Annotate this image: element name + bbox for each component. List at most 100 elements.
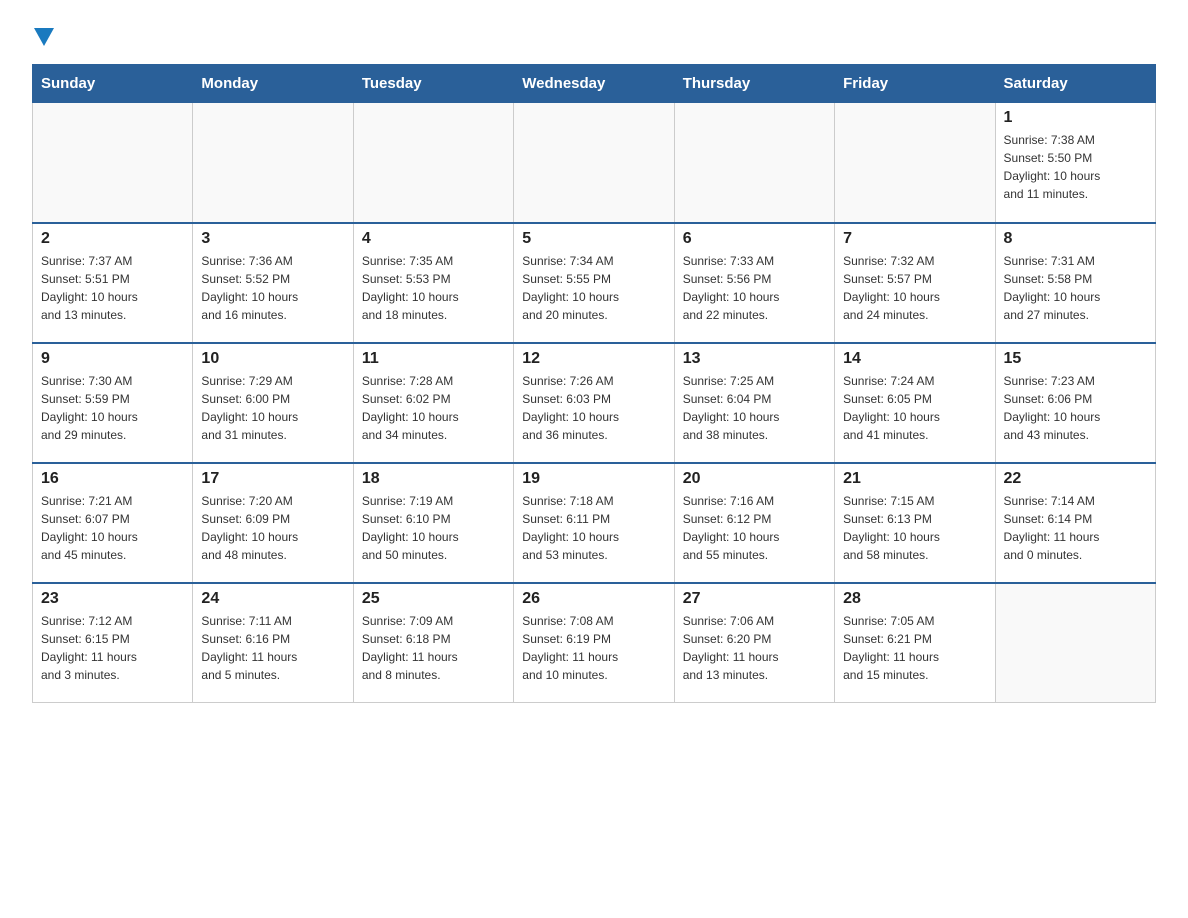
logo [32, 24, 54, 46]
calendar-cell: 2 Sunrise: 7:37 AM Sunset: 5:51 PM Daylig… [33, 223, 193, 343]
day-number: 2 [41, 230, 184, 248]
calendar-cell: 6 Sunrise: 7:33 AM Sunset: 5:56 PM Daylig… [674, 223, 834, 343]
calendar-cell: 26 Sunrise: 7:08 AM Sunset: 6:19 PM Dayli… [514, 583, 674, 703]
calendar-cell: 9 Sunrise: 7:30 AM Sunset: 5:59 PM Daylig… [33, 343, 193, 463]
weekday-header-friday: Friday [835, 65, 995, 103]
calendar-cell: 15 Sunrise: 7:23 AM Sunset: 6:06 PM Dayli… [995, 343, 1155, 463]
calendar-cell: 24 Sunrise: 7:11 AM Sunset: 6:16 PM Dayli… [193, 583, 353, 703]
calendar-cell [995, 583, 1155, 703]
day-info: Sunrise: 7:28 AM Sunset: 6:02 PM Dayligh… [362, 372, 505, 444]
day-info: Sunrise: 7:34 AM Sunset: 5:55 PM Dayligh… [522, 252, 665, 324]
calendar-cell [835, 103, 995, 223]
day-number: 14 [843, 350, 986, 368]
day-info: Sunrise: 7:21 AM Sunset: 6:07 PM Dayligh… [41, 492, 184, 564]
day-info: Sunrise: 7:23 AM Sunset: 6:06 PM Dayligh… [1004, 372, 1147, 444]
calendar-week-row: 16 Sunrise: 7:21 AM Sunset: 6:07 PM Dayli… [33, 463, 1156, 583]
day-number: 27 [683, 590, 826, 608]
calendar-week-row: 1 Sunrise: 7:38 AM Sunset: 5:50 PM Daylig… [33, 103, 1156, 223]
weekday-header-sunday: Sunday [33, 65, 193, 103]
day-number: 17 [201, 470, 344, 488]
logo-triangle-icon [34, 28, 54, 46]
calendar-cell: 23 Sunrise: 7:12 AM Sunset: 6:15 PM Dayli… [33, 583, 193, 703]
day-number: 3 [201, 230, 344, 248]
calendar-cell: 3 Sunrise: 7:36 AM Sunset: 5:52 PM Daylig… [193, 223, 353, 343]
day-number: 16 [41, 470, 184, 488]
page-header [32, 24, 1156, 46]
calendar-week-row: 9 Sunrise: 7:30 AM Sunset: 5:59 PM Daylig… [33, 343, 1156, 463]
calendar-cell: 18 Sunrise: 7:19 AM Sunset: 6:10 PM Dayli… [353, 463, 513, 583]
day-info: Sunrise: 7:35 AM Sunset: 5:53 PM Dayligh… [362, 252, 505, 324]
day-info: Sunrise: 7:06 AM Sunset: 6:20 PM Dayligh… [683, 612, 826, 684]
weekday-header-row: SundayMondayTuesdayWednesdayThursdayFrid… [33, 65, 1156, 103]
day-number: 19 [522, 470, 665, 488]
calendar-week-row: 23 Sunrise: 7:12 AM Sunset: 6:15 PM Dayli… [33, 583, 1156, 703]
day-info: Sunrise: 7:31 AM Sunset: 5:58 PM Dayligh… [1004, 252, 1147, 324]
day-number: 8 [1004, 230, 1147, 248]
day-number: 18 [362, 470, 505, 488]
calendar-cell: 12 Sunrise: 7:26 AM Sunset: 6:03 PM Dayli… [514, 343, 674, 463]
day-info: Sunrise: 7:20 AM Sunset: 6:09 PM Dayligh… [201, 492, 344, 564]
day-info: Sunrise: 7:33 AM Sunset: 5:56 PM Dayligh… [683, 252, 826, 324]
day-number: 21 [843, 470, 986, 488]
calendar-cell: 1 Sunrise: 7:38 AM Sunset: 5:50 PM Daylig… [995, 103, 1155, 223]
day-number: 20 [683, 470, 826, 488]
day-number: 12 [522, 350, 665, 368]
day-info: Sunrise: 7:09 AM Sunset: 6:18 PM Dayligh… [362, 612, 505, 684]
calendar-cell: 25 Sunrise: 7:09 AM Sunset: 6:18 PM Dayli… [353, 583, 513, 703]
day-info: Sunrise: 7:05 AM Sunset: 6:21 PM Dayligh… [843, 612, 986, 684]
day-info: Sunrise: 7:30 AM Sunset: 5:59 PM Dayligh… [41, 372, 184, 444]
day-number: 10 [201, 350, 344, 368]
day-info: Sunrise: 7:24 AM Sunset: 6:05 PM Dayligh… [843, 372, 986, 444]
weekday-header-wednesday: Wednesday [514, 65, 674, 103]
day-info: Sunrise: 7:32 AM Sunset: 5:57 PM Dayligh… [843, 252, 986, 324]
day-info: Sunrise: 7:08 AM Sunset: 6:19 PM Dayligh… [522, 612, 665, 684]
calendar-cell [193, 103, 353, 223]
day-number: 23 [41, 590, 184, 608]
calendar-cell: 19 Sunrise: 7:18 AM Sunset: 6:11 PM Dayli… [514, 463, 674, 583]
day-info: Sunrise: 7:25 AM Sunset: 6:04 PM Dayligh… [683, 372, 826, 444]
calendar-cell: 17 Sunrise: 7:20 AM Sunset: 6:09 PM Dayli… [193, 463, 353, 583]
calendar-cell: 22 Sunrise: 7:14 AM Sunset: 6:14 PM Dayli… [995, 463, 1155, 583]
calendar-cell: 21 Sunrise: 7:15 AM Sunset: 6:13 PM Dayli… [835, 463, 995, 583]
day-info: Sunrise: 7:11 AM Sunset: 6:16 PM Dayligh… [201, 612, 344, 684]
day-number: 1 [1004, 109, 1147, 127]
calendar-cell: 4 Sunrise: 7:35 AM Sunset: 5:53 PM Daylig… [353, 223, 513, 343]
calendar-cell: 16 Sunrise: 7:21 AM Sunset: 6:07 PM Dayli… [33, 463, 193, 583]
day-number: 7 [843, 230, 986, 248]
day-info: Sunrise: 7:12 AM Sunset: 6:15 PM Dayligh… [41, 612, 184, 684]
day-info: Sunrise: 7:38 AM Sunset: 5:50 PM Dayligh… [1004, 131, 1147, 203]
calendar-cell: 28 Sunrise: 7:05 AM Sunset: 6:21 PM Dayli… [835, 583, 995, 703]
day-info: Sunrise: 7:18 AM Sunset: 6:11 PM Dayligh… [522, 492, 665, 564]
day-number: 9 [41, 350, 184, 368]
day-number: 5 [522, 230, 665, 248]
day-number: 25 [362, 590, 505, 608]
day-number: 26 [522, 590, 665, 608]
day-number: 15 [1004, 350, 1147, 368]
calendar-cell: 27 Sunrise: 7:06 AM Sunset: 6:20 PM Dayli… [674, 583, 834, 703]
day-number: 6 [683, 230, 826, 248]
day-number: 13 [683, 350, 826, 368]
day-info: Sunrise: 7:36 AM Sunset: 5:52 PM Dayligh… [201, 252, 344, 324]
day-number: 4 [362, 230, 505, 248]
day-info: Sunrise: 7:29 AM Sunset: 6:00 PM Dayligh… [201, 372, 344, 444]
calendar-cell [514, 103, 674, 223]
calendar-cell [674, 103, 834, 223]
day-info: Sunrise: 7:14 AM Sunset: 6:14 PM Dayligh… [1004, 492, 1147, 564]
calendar-cell: 20 Sunrise: 7:16 AM Sunset: 6:12 PM Dayli… [674, 463, 834, 583]
day-info: Sunrise: 7:19 AM Sunset: 6:10 PM Dayligh… [362, 492, 505, 564]
day-info: Sunrise: 7:37 AM Sunset: 5:51 PM Dayligh… [41, 252, 184, 324]
day-number: 11 [362, 350, 505, 368]
weekday-header-saturday: Saturday [995, 65, 1155, 103]
calendar-cell: 14 Sunrise: 7:24 AM Sunset: 6:05 PM Dayli… [835, 343, 995, 463]
calendar-cell: 8 Sunrise: 7:31 AM Sunset: 5:58 PM Daylig… [995, 223, 1155, 343]
calendar-cell: 5 Sunrise: 7:34 AM Sunset: 5:55 PM Daylig… [514, 223, 674, 343]
weekday-header-tuesday: Tuesday [353, 65, 513, 103]
day-info: Sunrise: 7:26 AM Sunset: 6:03 PM Dayligh… [522, 372, 665, 444]
day-number: 22 [1004, 470, 1147, 488]
day-info: Sunrise: 7:15 AM Sunset: 6:13 PM Dayligh… [843, 492, 986, 564]
day-number: 24 [201, 590, 344, 608]
day-number: 28 [843, 590, 986, 608]
calendar-cell: 10 Sunrise: 7:29 AM Sunset: 6:00 PM Dayli… [193, 343, 353, 463]
day-info: Sunrise: 7:16 AM Sunset: 6:12 PM Dayligh… [683, 492, 826, 564]
weekday-header-thursday: Thursday [674, 65, 834, 103]
